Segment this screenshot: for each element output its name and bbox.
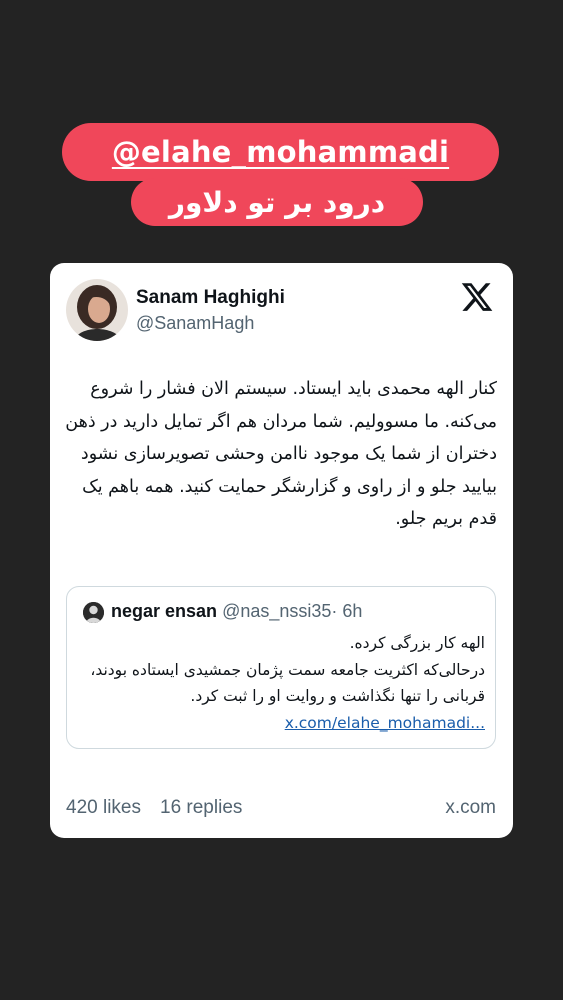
quoted-link[interactable]: x.com/elahe_mohamadi... (285, 714, 485, 732)
quoted-line-1: الهه کار بزرگی کرده. (349, 634, 485, 652)
quoted-time: · 6h (331, 601, 363, 621)
tweet-card[interactable]: Sanam Haghighi @SanamHagh کنار الهه محمد… (50, 263, 513, 838)
tweet-footer: 420 likes 16 replies x.com (66, 797, 496, 821)
mention-sticker[interactable]: @elahe_mohammadi (62, 123, 499, 181)
quoted-author-avatar (83, 602, 104, 623)
tweet-text: کنار الهه محمدی باید ایستاد. سیستم الان … (65, 379, 497, 529)
author-name[interactable]: Sanam Haghighi (136, 287, 285, 309)
replies-count[interactable]: 16 replies (160, 797, 242, 819)
greeting-sticker: درود بر تو دلاور (131, 178, 423, 226)
quoted-line-2: درحالی‌که اکثریت جامعه سمت پژمان جمشیدی … (79, 657, 485, 737)
likes-count[interactable]: 420 likes (66, 797, 141, 819)
author-avatar[interactable] (66, 279, 128, 341)
quoted-text: الهه کار بزرگی کرده. درحالی‌که اکثریت جا… (79, 630, 485, 736)
quoted-header: negar ensan @nas_nssi35· 6h (111, 601, 362, 622)
x-logo-icon[interactable] (460, 280, 494, 314)
mention-text[interactable]: @elahe_mohammadi (112, 135, 449, 169)
quoted-tweet[interactable]: negar ensan @nas_nssi35· 6h الهه کار بزر… (66, 586, 496, 749)
author-handle[interactable]: @SanamHagh (136, 313, 254, 334)
greeting-text: درود بر تو دلاور (168, 185, 386, 219)
quoted-line-2-text: درحالی‌که اکثریت جامعه سمت پژمان جمشیدی … (90, 660, 485, 706)
source-domain[interactable]: x.com (445, 797, 496, 819)
quoted-author-name[interactable]: negar ensan (111, 601, 217, 621)
quoted-author-handle[interactable]: @nas_nssi35 (222, 601, 331, 621)
